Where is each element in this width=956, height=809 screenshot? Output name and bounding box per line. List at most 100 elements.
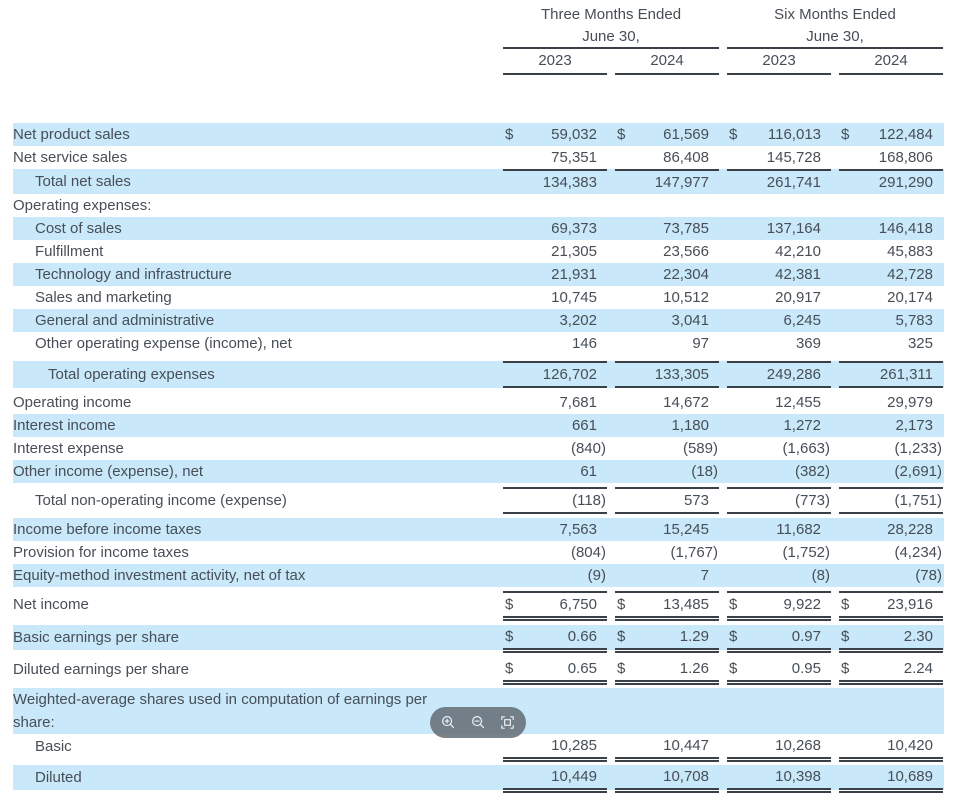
cell-value: 1,272 (783, 414, 831, 437)
cell-value: 2,173 (895, 414, 943, 437)
cell-value: 146,418 (879, 217, 943, 240)
currency-symbol: $ (503, 593, 513, 616)
income-statement-rows: Net product sales$59,032$61,569$116,013$… (13, 123, 944, 790)
cell-value: 69,373 (551, 217, 607, 240)
cell-value: 134,383 (543, 171, 607, 194)
cell-value: 15,245 (663, 518, 719, 541)
table-row: Sales and marketing10,74510,51220,91720,… (13, 286, 944, 309)
cell-value: 42,728 (887, 263, 943, 286)
currency-symbol: $ (727, 625, 737, 648)
zoom-out-button[interactable] (467, 712, 489, 734)
value-cell: 10,268 (727, 734, 831, 759)
value-cell: 573 (615, 487, 719, 514)
value-cell: (1,233) (839, 437, 943, 460)
table-row: Basic earnings per share$0.66$1.29$0.97$… (13, 625, 944, 650)
value-cell: $2.30 (839, 625, 943, 650)
value-cell: 168,806 (839, 146, 943, 169)
cell-value: 249,286 (767, 363, 831, 386)
cell-value: 0.65 (568, 657, 607, 680)
cell-value: (773) (795, 489, 831, 512)
currency-symbol: $ (615, 123, 625, 146)
cell-value: 6,245 (783, 309, 831, 332)
value-cell: 10,398 (727, 765, 831, 790)
table-row: Provision for income taxes(804)(1,767)(1… (13, 541, 944, 564)
currency-symbol: $ (839, 625, 849, 648)
value-cell: $0.66 (503, 625, 607, 650)
period-subtitle: June 30, (727, 26, 943, 49)
row-label: Diluted (13, 766, 495, 789)
value-cell: 661 (503, 414, 607, 437)
cell-value: 5,783 (895, 309, 943, 332)
value-cell (727, 688, 831, 734)
value-cell: $61,569 (615, 123, 719, 146)
cell-value: 0.66 (568, 625, 607, 648)
row-label: Other operating expense (income), net (13, 332, 495, 355)
period-subtitle: June 30, (503, 26, 719, 49)
cell-value: 3,202 (559, 309, 607, 332)
value-cell: (804) (503, 541, 607, 564)
table-row: Income before income taxes7,56315,24511,… (13, 518, 944, 541)
value-cell: (9) (503, 564, 607, 587)
value-cell: 7,681 (503, 391, 607, 414)
cell-value: 325 (908, 332, 943, 355)
cell-value: 20,917 (775, 286, 831, 309)
table-row: Total net sales134,383147,977261,741291,… (13, 169, 944, 194)
value-cell: $1.29 (615, 625, 719, 650)
cell-value: 20,174 (887, 286, 943, 309)
cell-value: 573 (684, 489, 719, 512)
cell-value: (804) (571, 541, 607, 564)
value-cell: 23,566 (615, 240, 719, 263)
cell-value: 7 (701, 564, 719, 587)
value-cell: 7 (615, 564, 719, 587)
table-row: Total operating expenses126,702133,30524… (13, 361, 944, 388)
value-cell: (589) (615, 437, 719, 460)
currency-symbol: $ (615, 625, 625, 648)
value-cell: 42,210 (727, 240, 831, 263)
table-row: Other operating expense (income), net146… (13, 332, 944, 355)
value-cell: (2,691) (839, 460, 943, 483)
cell-value: 7,563 (559, 518, 607, 541)
value-cell: 10,447 (615, 734, 719, 759)
row-label: Fulfillment (13, 240, 495, 263)
cell-value: 261,741 (767, 171, 831, 194)
currency-symbol: $ (615, 657, 625, 680)
fit-to-page-button[interactable] (497, 712, 519, 734)
table-row: Cost of sales69,37373,785137,164146,418 (13, 217, 944, 240)
cell-value: 1.29 (680, 625, 719, 648)
currency-symbol: $ (503, 657, 513, 680)
value-cell: 21,305 (503, 240, 607, 263)
cell-value: (78) (915, 564, 943, 587)
currency-symbol: $ (503, 625, 513, 648)
value-cell: 10,689 (839, 765, 943, 790)
value-cell: $9,922 (727, 591, 831, 618)
cell-value: 10,689 (887, 765, 943, 788)
value-cell: 261,741 (727, 169, 831, 194)
currency-symbol: $ (839, 123, 849, 146)
row-label: Weighted-average shares used in computat… (13, 688, 495, 734)
cell-value: (8) (812, 564, 831, 587)
value-cell: 325 (839, 332, 943, 355)
value-cell: (4,234) (839, 541, 943, 564)
currency-symbol: $ (727, 123, 737, 146)
table-row: Fulfillment21,30523,56642,21045,883 (13, 240, 944, 263)
value-cell: 10,708 (615, 765, 719, 790)
cell-value: (1,752) (782, 541, 831, 564)
table-row: Diluted earnings per share$0.65$1.26$0.9… (13, 657, 944, 682)
cell-value: (589) (683, 437, 719, 460)
value-cell: 28,228 (839, 518, 943, 541)
year-column-header: 2024 (839, 49, 943, 75)
table-row: Total non-operating income (expense)(118… (13, 487, 944, 514)
cell-value: 2.24 (904, 657, 943, 680)
value-cell: 42,728 (839, 263, 943, 286)
cell-value: (2,691) (894, 460, 943, 483)
zoom-in-button[interactable] (438, 712, 460, 734)
value-cell: 10,512 (615, 286, 719, 309)
value-cell: 11,682 (727, 518, 831, 541)
row-label: Total operating expenses (13, 363, 495, 386)
value-cell: 42,381 (727, 263, 831, 286)
cell-value: 3,041 (671, 309, 719, 332)
period-group-six-months: Six Months Ended June 30, 2023 2024 (727, 4, 943, 75)
value-cell: $0.95 (727, 657, 831, 682)
cell-value: 86,408 (663, 146, 719, 169)
value-cell: 10,420 (839, 734, 943, 759)
